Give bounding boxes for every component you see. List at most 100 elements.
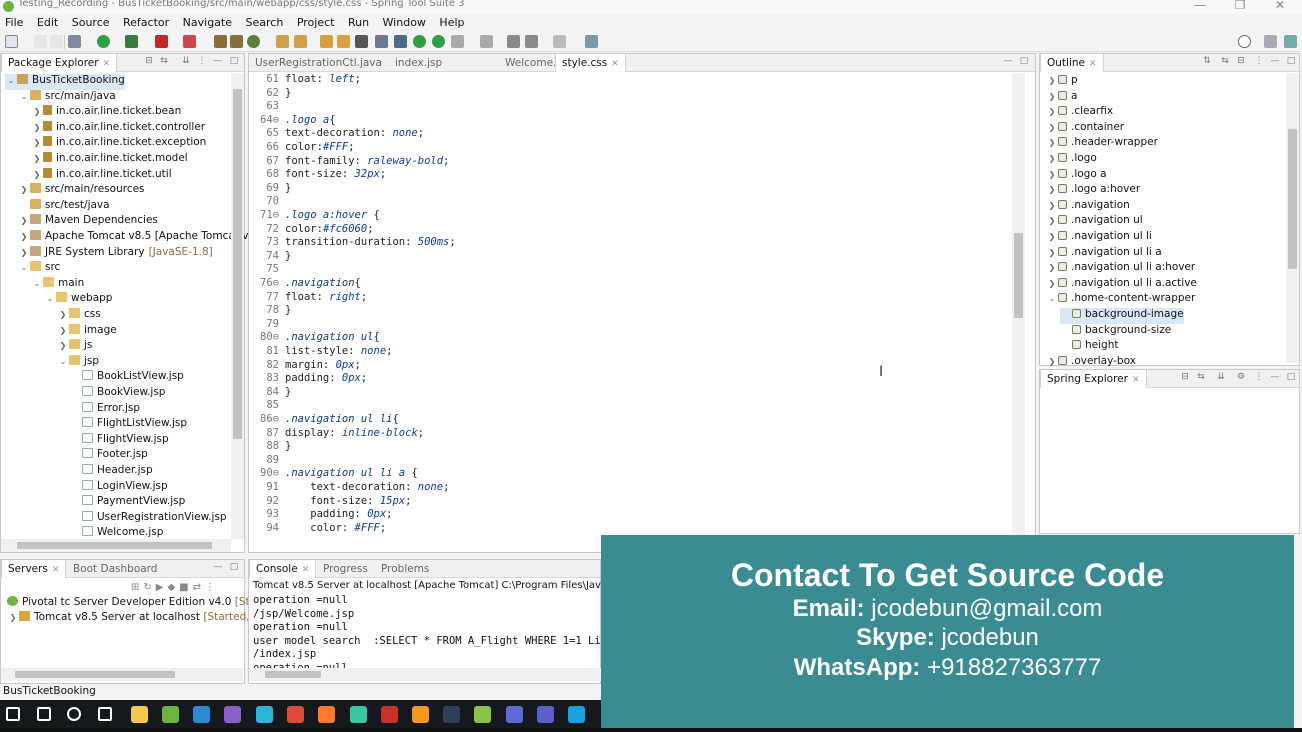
pin-editor-icon[interactable] <box>585 35 598 48</box>
outline-item[interactable]: ❯ .logo a:hover <box>1046 183 1141 199</box>
tab-outline[interactable]: Outline ✕ <box>1040 54 1104 72</box>
run-as-icon[interactable] <box>125 35 138 48</box>
chevron-down-icon[interactable]: ⌄ <box>31 279 43 288</box>
outline-item[interactable]: ❯ p <box>1046 74 1078 90</box>
tree-item[interactable]: src/test/java <box>18 198 110 215</box>
tree-item[interactable]: ❯ css <box>57 308 101 324</box>
build-icon[interactable] <box>294 35 307 48</box>
console-hscrollbar[interactable] <box>249 668 601 681</box>
filter-icon[interactable]: ⇊ <box>181 57 191 66</box>
file-explorer-icon[interactable] <box>131 706 148 723</box>
close-tab-icon[interactable]: ✕ <box>52 565 60 575</box>
sts-icon[interactable] <box>162 706 179 723</box>
outline-item[interactable]: ⌄ .home-content-wrapper <box>1046 292 1196 308</box>
run-icon[interactable] <box>97 35 110 48</box>
outline-item[interactable]: background-size <box>1060 324 1171 340</box>
outline-item[interactable]: ❯ .navigation ul <box>1046 214 1143 230</box>
chevron-right-icon[interactable]: ❯ <box>57 326 69 335</box>
tree-item[interactable]: ⌄ src <box>18 261 60 277</box>
chevron-right-icon[interactable]: ❯ <box>57 310 69 319</box>
menu-run[interactable]: Run <box>343 14 374 29</box>
tree-item[interactable]: Footer.jsp <box>70 448 148 464</box>
tree-item[interactable]: PaymentView.jsp <box>70 495 185 511</box>
tree-item[interactable]: FlightView.jsp <box>70 432 169 449</box>
quick-access-search-icon[interactable] <box>1238 35 1251 48</box>
tree-item[interactable]: ⌄ jsp <box>57 354 99 371</box>
sort-icon[interactable]: ⇅ <box>1202 57 1212 66</box>
chevron-right-icon[interactable]: ❯ <box>18 185 30 194</box>
servers-hscrollbar[interactable] <box>1 668 243 681</box>
cortana-icon[interactable] <box>67 707 81 721</box>
code-editor[interactable]: 61 float: left; 62} 63 64⊖ .logo a{65 text-dec… <box>249 72 1035 552</box>
stop-icon[interactable] <box>155 35 168 48</box>
minimize-view-icon[interactable]: — <box>213 563 223 572</box>
server-item[interactable]: Pivotal tc Server Developer Edition v4.0… <box>7 596 269 612</box>
outline-item[interactable]: ❯ .navigation <box>1046 199 1130 215</box>
menu-window[interactable]: Window <box>378 14 431 29</box>
outline-item[interactable]: ❯ .navigation ul li a <box>1046 246 1162 262</box>
vscode-icon[interactable] <box>193 706 210 723</box>
outline-item[interactable]: height <box>1060 339 1118 355</box>
back-icon[interactable] <box>525 35 538 48</box>
tab-index-jsp[interactable]: index.jsp <box>389 54 448 72</box>
chevron-right-icon[interactable]: ❯ <box>31 154 43 163</box>
chevron-right-icon[interactable]: ❯ <box>1046 170 1058 179</box>
chevron-right-icon[interactable]: ❯ <box>31 138 43 147</box>
folder-icon[interactable] <box>320 35 333 48</box>
outline-item[interactable]: ❯ .navigation ul li <box>1046 230 1152 246</box>
chevron-right-icon[interactable]: ❯ <box>1046 138 1058 147</box>
menu-file[interactable]: File <box>0 14 28 29</box>
server-actions-toolbar[interactable]: ⊞↻▶◆■⇄⋮ <box>131 582 219 593</box>
tree-item[interactable]: Header.jsp <box>70 464 153 480</box>
scrollbar-thumb[interactable] <box>15 671 175 678</box>
chevron-down-icon[interactable]: ⌄ <box>18 92 30 101</box>
filezilla-icon[interactable] <box>381 706 398 723</box>
chevron-down-icon[interactable]: ⌄ <box>5 76 17 85</box>
chevron-right-icon[interactable]: ❯ <box>1046 201 1058 210</box>
chevron-right-icon[interactable]: ❯ <box>31 170 43 179</box>
close-tab-icon[interactable]: ✕ <box>1089 59 1097 69</box>
chevron-right-icon[interactable]: ❯ <box>1046 185 1058 194</box>
outline-item[interactable]: background-image <box>1060 308 1184 324</box>
windows-start-icon[interactable] <box>6 707 20 721</box>
tree-item[interactable]: ❯ in.co.air.line.ticket.model <box>31 152 188 168</box>
outline-item[interactable]: ❯ .logo <box>1046 152 1097 168</box>
package-explorer-hscrollbar[interactable] <box>1 539 231 552</box>
maximize-view-icon[interactable]: □ <box>1019 57 1029 66</box>
editor-scrollbar[interactable] <box>1012 73 1025 539</box>
maximize-view-icon[interactable]: □ <box>1286 57 1296 66</box>
chevron-right-icon[interactable]: ❯ <box>18 248 30 257</box>
skype-icon[interactable] <box>568 706 585 723</box>
open-task-icon[interactable] <box>230 35 243 48</box>
save-icon[interactable] <box>34 35 47 48</box>
tab-spring-explorer[interactable]: Spring Explorer ✕ <box>1040 370 1147 388</box>
tree-item[interactable]: Error.jsp <box>70 401 140 418</box>
chevron-down-icon[interactable]: ⌄ <box>57 357 69 366</box>
notepad-plus-icon[interactable] <box>474 706 491 723</box>
collapse-all-icon[interactable]: ⊟ <box>1180 373 1190 382</box>
spring-config-icon[interactable]: ⚙ <box>1236 373 1246 382</box>
chevron-right-icon[interactable]: ❯ <box>1046 248 1058 257</box>
outline-item[interactable]: ❯ .navigation ul li a.active <box>1046 277 1197 293</box>
minimize-view-icon[interactable]: — <box>1003 57 1013 66</box>
tree-item[interactable]: ❯ image <box>57 323 117 340</box>
close-tab-icon[interactable]: ✕ <box>1132 375 1140 385</box>
tree-item[interactable]: ❯ in.co.air.line.ticket.bean <box>31 105 181 121</box>
tree-item[interactable]: BookView.jsp <box>70 386 165 402</box>
scrollbar-thumb[interactable] <box>1014 233 1023 318</box>
chevron-right-icon[interactable]: ❯ <box>18 232 30 241</box>
prev-annotation-icon[interactable] <box>480 35 493 48</box>
toggle-mark-icon[interactable] <box>375 35 388 48</box>
tab-style-css[interactable]: style.css ✕ <box>555 54 626 72</box>
menu-navigate[interactable]: Navigate <box>178 14 237 29</box>
tree-item[interactable]: ❯ Apache Tomcat v8.5 [Apache Tomcat v8.5 <box>18 230 265 246</box>
search-icon[interactable] <box>37 707 51 721</box>
save-all-icon[interactable] <box>50 35 63 48</box>
task-view-icon[interactable] <box>98 707 112 721</box>
tree-item[interactable]: ❯ src/main/resources <box>18 183 145 199</box>
search-toolbar-icon[interactable] <box>355 35 368 48</box>
menu-refactor[interactable]: Refactor <box>118 14 174 29</box>
new-icon[interactable] <box>5 35 18 48</box>
view-menu-icon[interactable]: ⋮ <box>1254 373 1264 382</box>
tab-problems[interactable]: Problems <box>375 560 435 578</box>
